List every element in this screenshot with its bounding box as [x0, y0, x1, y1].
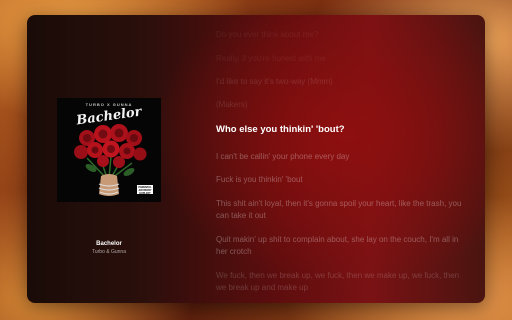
lyric-line[interactable]: I'd like to say it's two-way (Mmm) — [216, 76, 466, 88]
lyric-line[interactable]: This shit ain't loyal, then it's gonna s… — [216, 198, 466, 222]
lyric-line[interactable]: Quit makin' up shit to complain about, s… — [216, 234, 466, 258]
lyrics-player-window: TURBO X GUNNA Bachelor PARENTAL ADVISORY… — [27, 15, 485, 303]
lyric-line[interactable]: (Makers) — [216, 99, 466, 111]
album-art[interactable]: TURBO X GUNNA Bachelor PARENTAL ADVISORY… — [57, 98, 161, 202]
lyric-line[interactable]: We fuck, then we break up, we fuck, then… — [216, 270, 466, 294]
lyric-line-active[interactable]: Who else you thinkin' 'bout? — [216, 124, 466, 136]
lyric-line[interactable]: Do you ever think about me? — [216, 29, 466, 41]
lyric-line[interactable]: I can't be callin' your phone every day — [216, 151, 466, 163]
track-artist[interactable]: Turbo & Gunna — [57, 249, 161, 255]
parental-advisory-label: PARENTAL ADVISORY EXPLICIT CONTENT — [137, 185, 153, 198]
lyric-line[interactable]: Really, if you're honest with me — [216, 53, 466, 65]
track-title[interactable]: Bachelor — [57, 241, 161, 247]
lyric-line[interactable]: Fuck is you thinkin' 'bout — [216, 174, 466, 186]
